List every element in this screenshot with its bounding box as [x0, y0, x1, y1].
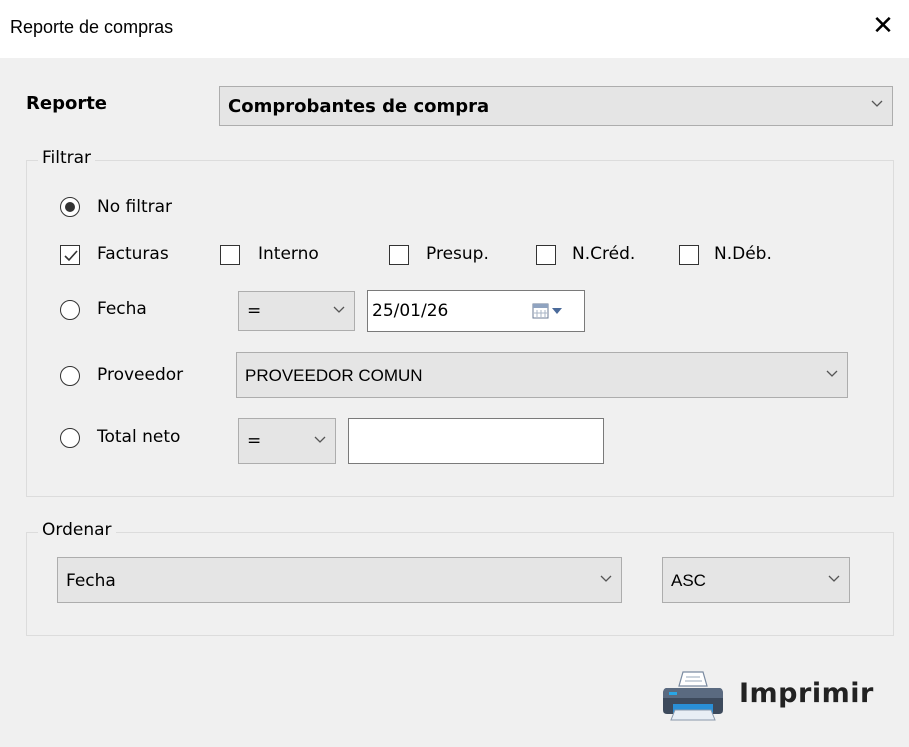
- proveedor-select[interactable]: PROVEEDOR COMUN: [236, 352, 848, 398]
- filter-legend: Filtrar: [38, 148, 96, 168]
- total-neto-input[interactable]: [348, 418, 604, 464]
- printer-icon: [661, 670, 725, 727]
- window-title: Reporte de compras: [10, 17, 174, 37]
- report-select[interactable]: Comprobantes de compra: [219, 86, 893, 126]
- print-label: Imprimir: [739, 678, 874, 709]
- sort-direction-select[interactable]: ASC: [662, 557, 850, 603]
- sort-direction-value: ASC: [671, 571, 706, 590]
- print-button[interactable]: Imprimir: [655, 664, 891, 728]
- nota-debito-label: N.Déb.: [714, 244, 772, 264]
- chevron-down-icon: [828, 575, 840, 586]
- chevron-down-icon: [826, 370, 838, 381]
- sort-field-value: Fecha: [66, 571, 116, 591]
- nota-credito-label: N.Créd.: [572, 244, 636, 264]
- total-neto-operator-select[interactable]: =: [238, 418, 336, 464]
- sort-field-select[interactable]: Fecha: [57, 557, 622, 603]
- presup-label: Presup.: [426, 244, 489, 264]
- close-icon[interactable]: ✕: [871, 12, 895, 40]
- presup-checkbox[interactable]: [389, 245, 409, 265]
- facturas-checkbox[interactable]: [60, 245, 80, 265]
- no-filter-label: No filtrar: [97, 197, 173, 217]
- total-neto-radio[interactable]: [60, 428, 80, 448]
- interno-label: Interno: [258, 244, 319, 264]
- fecha-operator-value: =: [247, 301, 262, 321]
- title-bar: Reporte de compras ✕: [0, 0, 909, 58]
- calendar-dropdown-icon[interactable]: [532, 302, 568, 325]
- total-neto-operator-value: =: [247, 431, 262, 451]
- nota-debito-checkbox[interactable]: [679, 245, 699, 265]
- proveedor-select-value: PROVEEDOR COMUN: [245, 366, 423, 385]
- proveedor-label: Proveedor: [97, 365, 184, 385]
- chevron-down-icon: [314, 436, 326, 447]
- chevron-down-icon: [333, 306, 345, 317]
- nota-credito-checkbox[interactable]: [536, 245, 556, 265]
- report-select-value: Comprobantes de compra: [228, 96, 490, 117]
- fecha-operator-select[interactable]: =: [238, 291, 355, 331]
- sort-legend: Ordenar: [38, 520, 116, 540]
- facturas-label: Facturas: [97, 244, 169, 264]
- total-neto-label: Total neto: [97, 427, 181, 447]
- fecha-label: Fecha: [97, 299, 147, 319]
- no-filter-radio[interactable]: [60, 197, 80, 217]
- interno-checkbox[interactable]: [220, 245, 240, 265]
- chevron-down-icon: [871, 100, 883, 111]
- chevron-down-icon: [600, 575, 612, 586]
- fecha-radio[interactable]: [60, 300, 80, 320]
- fecha-date-picker[interactable]: 25/01/26: [367, 290, 585, 332]
- report-label: Reporte: [26, 93, 108, 114]
- fecha-date-value: 25/01/26: [372, 301, 449, 321]
- proveedor-radio[interactable]: [60, 366, 80, 386]
